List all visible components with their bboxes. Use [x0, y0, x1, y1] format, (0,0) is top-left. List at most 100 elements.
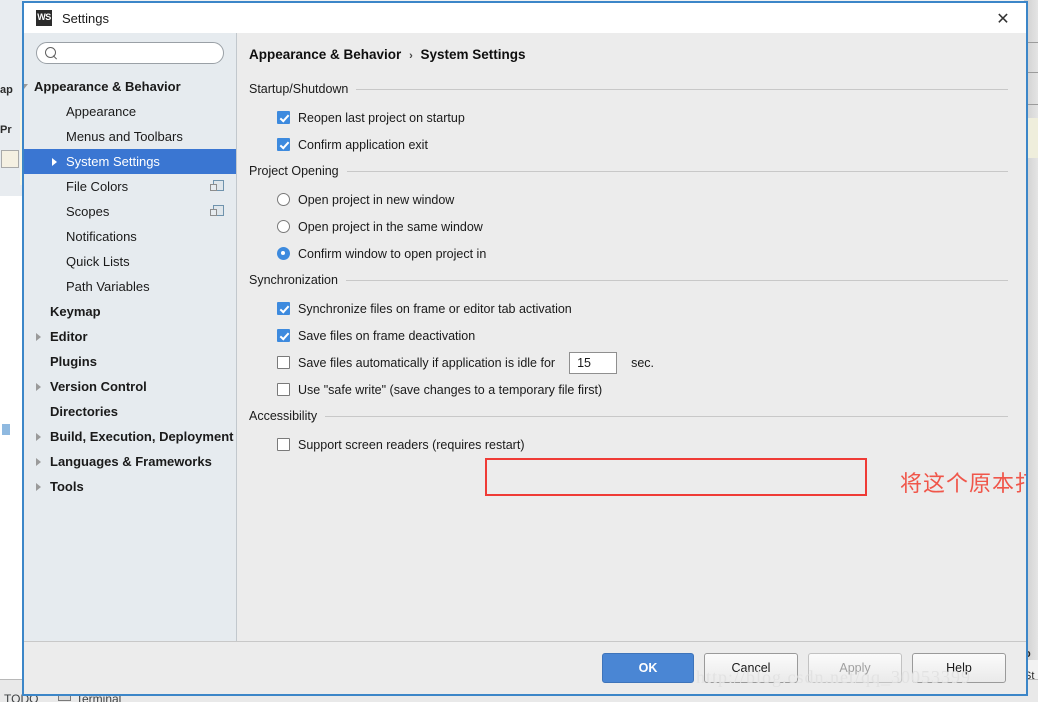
- option-row-support-screen-readers-requires-restart[interactable]: Support screen readers (requires restart…: [247, 431, 1008, 458]
- group-startup-shutdown: Startup/Shutdown Reopen last project on s…: [247, 82, 1008, 158]
- checkbox-save-files-on-frame-deactivation[interactable]: [277, 329, 290, 342]
- chevron-right-icon[interactable]: [36, 482, 41, 491]
- option-label: Open project in new window: [298, 192, 455, 207]
- checkbox-confirm-application-exit[interactable]: [277, 138, 290, 151]
- chevron-right-icon[interactable]: [36, 332, 41, 341]
- chevron-right-icon[interactable]: [36, 432, 41, 441]
- sidebar-item-appearance-behavior[interactable]: Appearance & Behavior: [24, 74, 236, 99]
- sidebar-item-menus-and-toolbars[interactable]: Menus and Toolbars: [24, 124, 236, 149]
- sidebar-item-editor[interactable]: Editor: [24, 324, 236, 349]
- settings-tree[interactable]: Appearance & Behavior Appearance Menus and…: [24, 70, 236, 641]
- group-title: Project Opening: [249, 164, 339, 178]
- option-label: Confirm window to open project in: [298, 246, 487, 261]
- sidebar-item-languages-frameworks[interactable]: Languages & Frameworks: [24, 449, 236, 474]
- breadcrumb-current: System Settings: [420, 47, 526, 62]
- group-divider: [346, 170, 1008, 172]
- option-row-confirm-application-exit[interactable]: Confirm application exit: [247, 131, 1008, 158]
- group-synchronization: Synchronization Synchronize files on fram…: [247, 273, 1008, 403]
- seconds-unit-label: sec.: [631, 355, 655, 370]
- search-box[interactable]: [36, 42, 224, 65]
- option-row-synchronize-files-on-frame-or-editor-tab[interactable]: Synchronize files on frame or editor tab…: [247, 295, 1008, 322]
- chevron-down-icon[interactable]: [24, 84, 28, 89]
- sidebar-item-version-control[interactable]: Version Control: [24, 374, 236, 399]
- checkbox-support-screen-readers-requires-restart[interactable]: [277, 438, 290, 451]
- sidebar-item-label: Build, Execution, Deployment: [50, 429, 234, 444]
- sidebar-item-build-execution-deployment[interactable]: Build, Execution, Deployment: [24, 424, 236, 449]
- chevron-right-icon[interactable]: [36, 457, 41, 466]
- dialog-titlebar: WS Settings ✕: [24, 3, 1026, 33]
- sidebar-item-appearance[interactable]: Appearance: [24, 99, 236, 124]
- group-title: Startup/Shutdown: [249, 82, 349, 96]
- cancel-button[interactable]: Cancel: [704, 653, 798, 683]
- option-label: Reopen last project on startup: [298, 110, 465, 125]
- group-accessibility: Accessibility Support screen readers (req…: [247, 409, 1008, 458]
- ide-left-icon: [1, 150, 19, 168]
- sidebar-item-label: Languages & Frameworks: [50, 454, 212, 469]
- group-project-opening: Project Opening Open project in new windo…: [247, 164, 1008, 267]
- group-header: Synchronization: [249, 273, 1008, 287]
- sidebar-item-label: Plugins: [50, 354, 97, 369]
- sidebar-item-keymap[interactable]: Keymap: [24, 299, 236, 324]
- close-icon[interactable]: ✕: [980, 3, 1026, 33]
- sidebar-item-system-settings[interactable]: System Settings: [24, 149, 236, 174]
- safe-write-highlight-box: [485, 458, 867, 496]
- option-row-save-files-on-frame-deactivation[interactable]: Save files on frame deactivation: [247, 322, 1008, 349]
- shared-settings-icon: [210, 205, 224, 216]
- option-label: Confirm application exit: [298, 137, 428, 152]
- ide-left-tab-1[interactable]: Pr: [0, 124, 20, 136]
- option-label: Synchronize files on frame or editor tab…: [298, 301, 572, 316]
- search-input[interactable]: [63, 43, 215, 65]
- option-row-confirm-window-to-open-project-in[interactable]: Confirm window to open project in: [247, 240, 1008, 267]
- radio-confirm-window-to-open-project-in[interactable]: [277, 247, 290, 260]
- breadcrumb-separator-icon: ›: [409, 50, 413, 62]
- option-row-reopen-last-project-on-startup[interactable]: Reopen last project on startup: [247, 104, 1008, 131]
- apply-button: Apply: [808, 653, 902, 683]
- radio-open-project-in-new-window[interactable]: [277, 193, 290, 206]
- idle-seconds-input[interactable]: 15: [569, 351, 618, 374]
- sidebar-item-label: Notifications: [66, 229, 137, 244]
- help-button[interactable]: Help: [912, 653, 1006, 683]
- dialog-body: Appearance & Behavior Appearance Menus and…: [24, 33, 1026, 641]
- settings-content: Appearance & Behavior › System Settings …: [237, 33, 1026, 641]
- ide-left-tab-0[interactable]: ap: [0, 84, 20, 96]
- sidebar-item-plugins[interactable]: Plugins: [24, 349, 236, 374]
- sidebar-item-directories[interactable]: Directories: [24, 399, 236, 424]
- checkbox-save-files-automatically-if-application-[interactable]: [277, 356, 290, 369]
- group-header: Startup/Shutdown: [249, 82, 1008, 96]
- group-divider: [345, 279, 1008, 281]
- ok-button[interactable]: OK: [602, 653, 694, 683]
- settings-groups: Startup/Shutdown Reopen last project on s…: [247, 82, 1008, 458]
- group-title: Synchronization: [249, 273, 338, 287]
- chevron-right-icon[interactable]: [36, 382, 41, 391]
- option-row-use-safe-write-save-changes-to-a-tempora[interactable]: Use "safe write" (save changes to a temp…: [247, 376, 1008, 403]
- sidebar-item-scopes[interactable]: Scopes: [24, 199, 236, 224]
- option-label: Use "safe write" (save changes to a temp…: [298, 382, 603, 397]
- search-icon: [45, 47, 56, 58]
- sidebar-item-label: System Settings: [66, 154, 160, 169]
- sidebar-item-label: Appearance: [66, 104, 137, 119]
- search-container: [24, 33, 236, 70]
- checkbox-synchronize-files-on-frame-or-editor-tab[interactable]: [277, 302, 290, 315]
- sidebar-item-label: Path Variables: [66, 279, 150, 294]
- dialog-footer: http://blog.csdn.net/qq_30053399 OK Canc…: [24, 641, 1026, 694]
- sidebar-item-label: Keymap: [50, 304, 101, 319]
- webstorm-icon-text: WS: [37, 12, 51, 22]
- breadcrumb-parent[interactable]: Appearance & Behavior: [249, 47, 401, 62]
- sidebar-item-notifications[interactable]: Notifications: [24, 224, 236, 249]
- group-header: Project Opening: [249, 164, 1008, 178]
- option-row-open-project-in-new-window[interactable]: Open project in new window: [247, 186, 1008, 213]
- chevron-right-icon[interactable]: [52, 157, 57, 166]
- option-row-open-project-in-the-same-window[interactable]: Open project in the same window: [247, 213, 1008, 240]
- checkbox-use-safe-write-save-changes-to-a-tempora[interactable]: [277, 383, 290, 396]
- group-title: Accessibility: [249, 409, 318, 423]
- sidebar-item-tools[interactable]: Tools: [24, 474, 236, 499]
- sidebar-item-path-variables[interactable]: Path Variables: [24, 274, 236, 299]
- checkbox-reopen-last-project-on-startup[interactable]: [277, 111, 290, 124]
- screen: ap Pr o St TODO Terminal WS Settings ✕: [0, 0, 1038, 702]
- option-row-save-files-automatically-if-application-[interactable]: Save files automatically if application …: [247, 349, 1008, 376]
- radio-open-project-in-the-same-window[interactable]: [277, 220, 290, 233]
- option-label: Support screen readers (requires restart…: [298, 437, 525, 452]
- shared-settings-icon: [210, 180, 224, 191]
- sidebar-item-file-colors[interactable]: File Colors: [24, 174, 236, 199]
- sidebar-item-quick-lists[interactable]: Quick Lists: [24, 249, 236, 274]
